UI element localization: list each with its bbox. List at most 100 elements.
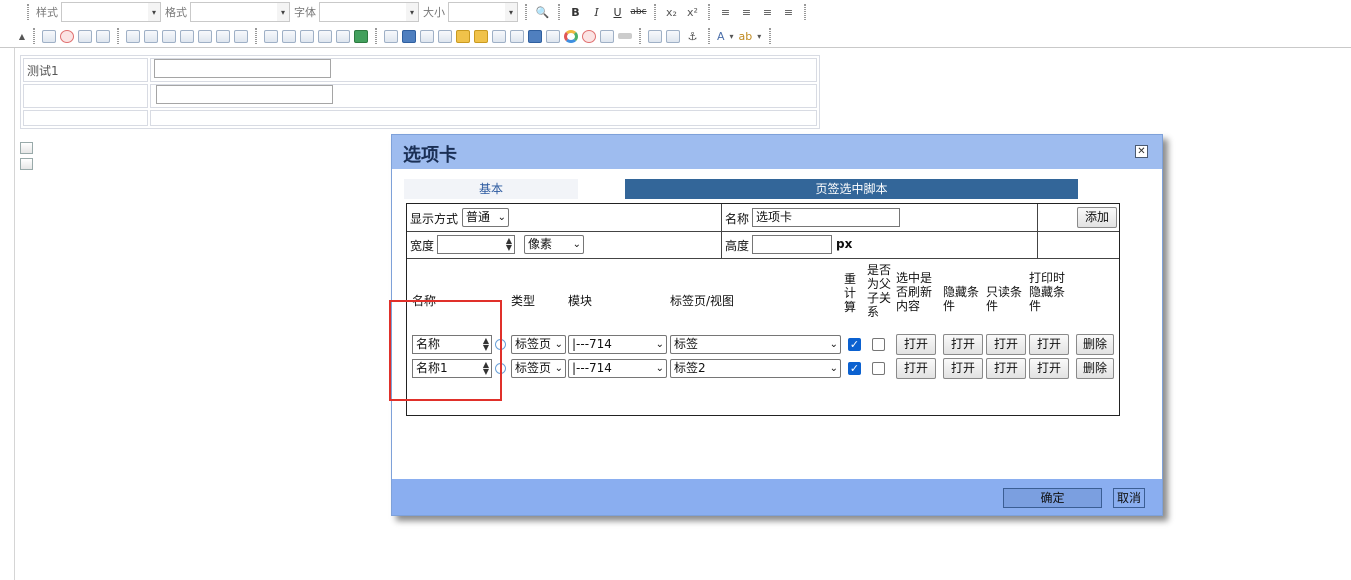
chevron-down-icon[interactable]: ▾: [755, 27, 763, 46]
list-icon[interactable]: [354, 29, 368, 43]
delete-row-button[interactable]: 删除: [1076, 334, 1114, 355]
tree-icon[interactable]: [216, 29, 230, 43]
align-justify-icon[interactable]: ≡: [779, 3, 798, 22]
dialog-body: 基本 页签选中脚本 显示方式 普通 ⌄ 名称 选项卡 添加 宽度 ▲ ▼ 像素 ⌄: [392, 169, 1162, 479]
building-icon[interactable]: [180, 29, 194, 43]
checkbox-field-icon[interactable]: [42, 29, 56, 43]
preview-icon[interactable]: 🔍: [533, 3, 552, 22]
chevron-down-icon: ▾: [505, 3, 517, 21]
print-hide-open-button[interactable]: 打开: [1029, 334, 1069, 355]
size-select[interactable]: ▾: [448, 2, 518, 22]
is-parent-checkbox[interactable]: [872, 338, 885, 351]
tab-select-script[interactable]: 页签选中脚本: [625, 179, 1078, 199]
align-right-icon[interactable]: ≡: [758, 3, 777, 22]
anchor-icon[interactable]: ⚓: [683, 27, 702, 46]
text-color-button[interactable]: A: [717, 30, 725, 43]
name-input[interactable]: 选项卡: [752, 208, 900, 227]
hide-condition-open-button[interactable]: 打开: [943, 334, 983, 355]
ok-button[interactable]: 确定: [1003, 488, 1102, 508]
number-icon[interactable]: [600, 29, 614, 43]
width-unit-select[interactable]: 像素 ⌄: [524, 235, 584, 254]
close-icon[interactable]: ✕: [1135, 145, 1148, 158]
table-cell: [150, 110, 817, 126]
row-module-value: |---714: [572, 361, 612, 375]
row-type-select[interactable]: 标签页 ⌄: [511, 359, 566, 378]
refresh-open-button[interactable]: 打开: [896, 334, 936, 355]
readonly-condition-open-button[interactable]: 打开: [986, 334, 1026, 355]
pencil-icon[interactable]: [384, 29, 398, 43]
strikethrough-button[interactable]: abc: [629, 3, 648, 22]
height-input[interactable]: [752, 235, 832, 254]
image-icon[interactable]: [420, 29, 434, 43]
display-mode-select[interactable]: 普通 ⌄: [462, 208, 509, 227]
text-field[interactable]: [156, 85, 333, 104]
subscript-button[interactable]: x₂: [662, 3, 681, 22]
col-header-type: 类型: [511, 294, 536, 308]
row-tabview-select[interactable]: 标签2 ⌄: [670, 359, 841, 378]
org-icon[interactable]: [198, 29, 212, 43]
recalc-checkbox[interactable]: ✓: [848, 362, 861, 375]
calendar-icon[interactable]: [144, 29, 158, 43]
chevron-down-icon: ⌄: [655, 363, 664, 374]
delete-row-button[interactable]: 删除: [1076, 358, 1114, 379]
italic-button[interactable]: I: [587, 3, 606, 22]
spinner-icon[interactable]: ▲ ▼: [506, 237, 512, 252]
row-module-select[interactable]: |---714 ⌄: [568, 359, 667, 378]
chevron-down-icon[interactable]: ▾: [728, 27, 736, 46]
font-select[interactable]: ▾: [319, 2, 419, 22]
is-parent-checkbox[interactable]: [872, 362, 885, 375]
pin-icon[interactable]: [492, 29, 506, 43]
recalc-checkbox[interactable]: ✓: [848, 338, 861, 351]
dialog-title-bar[interactable]: 选项卡 ✕: [392, 135, 1162, 169]
row-type-select[interactable]: 标签页 ⌄: [511, 335, 566, 354]
form-icon[interactable]: [234, 29, 248, 43]
hr-icon[interactable]: [264, 29, 278, 43]
view-icon[interactable]: [336, 29, 350, 43]
radio-field-icon[interactable]: [60, 29, 74, 43]
refresh-open-button[interactable]: 打开: [896, 358, 936, 379]
underline-button[interactable]: U: [608, 3, 627, 22]
divider-icon[interactable]: [618, 33, 632, 39]
row-module-select[interactable]: |---714 ⌄: [568, 335, 667, 354]
bold-button[interactable]: B: [566, 3, 585, 22]
editor-left-border: [14, 48, 15, 580]
grid-field-icon[interactable]: [96, 29, 110, 43]
layers-icon[interactable]: [402, 29, 416, 43]
copy-icon[interactable]: [282, 29, 296, 43]
toolbar-separator: [639, 28, 641, 44]
word-icon[interactable]: [528, 29, 542, 43]
textfield-icon[interactable]: [78, 29, 92, 43]
style-select[interactable]: ▾: [61, 2, 161, 22]
width-label: 宽度: [410, 239, 435, 253]
frame-icon[interactable]: [318, 29, 332, 43]
user-icon[interactable]: [162, 29, 176, 43]
collapse-toolbar-icon[interactable]: ▲: [17, 27, 27, 46]
bg-color-button[interactable]: ab: [739, 30, 753, 43]
width-input[interactable]: ▲ ▼: [437, 235, 515, 254]
align-center-icon[interactable]: ≡: [737, 3, 756, 22]
format-select[interactable]: ▾: [190, 2, 290, 22]
readonly-condition-open-button[interactable]: 打开: [986, 358, 1026, 379]
qrcode-icon[interactable]: [510, 29, 524, 43]
unlink-icon[interactable]: [666, 29, 680, 43]
hide-condition-open-button[interactable]: 打开: [943, 358, 983, 379]
stop-icon[interactable]: [582, 29, 596, 43]
row-tabview-value: 标签: [674, 337, 699, 351]
width-unit-value: 像素: [528, 237, 553, 251]
camera-icon[interactable]: [438, 29, 452, 43]
table-icon[interactable]: [126, 29, 140, 43]
print-hide-open-button[interactable]: 打开: [1029, 358, 1069, 379]
add-button[interactable]: 添加: [1077, 207, 1117, 228]
chart-icon[interactable]: [456, 29, 470, 43]
row-tabview-select[interactable]: 标签 ⌄: [670, 335, 841, 354]
tab-basic[interactable]: 基本: [404, 179, 578, 199]
paste-icon[interactable]: [300, 29, 314, 43]
map-icon[interactable]: [474, 29, 488, 43]
link-icon[interactable]: [648, 29, 662, 43]
media-icon[interactable]: [546, 29, 560, 43]
align-left-icon[interactable]: ≡: [716, 3, 735, 22]
superscript-button[interactable]: x²: [683, 3, 702, 22]
cancel-button[interactable]: 取消: [1113, 488, 1145, 508]
text-field[interactable]: [154, 59, 331, 78]
color-wheel-icon[interactable]: [564, 29, 578, 43]
